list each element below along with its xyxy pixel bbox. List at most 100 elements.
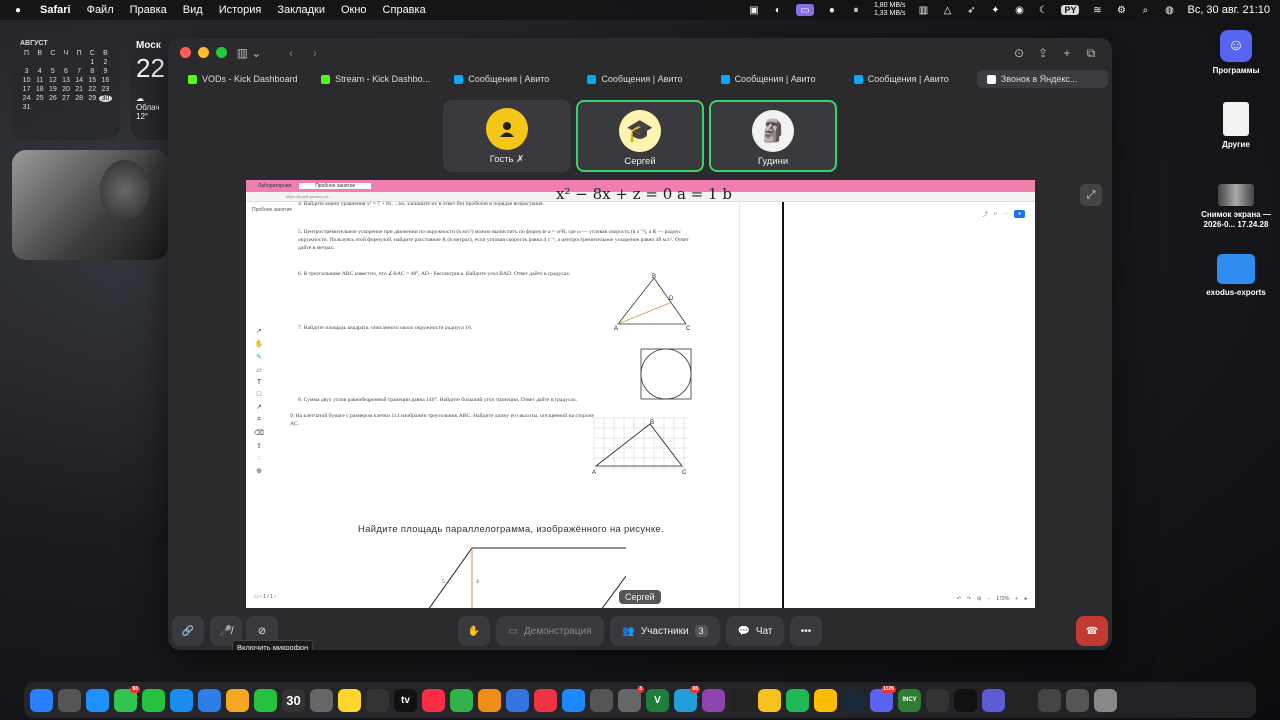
wifi-icon[interactable]: ≋	[1091, 4, 1103, 16]
rocket-icon[interactable]: ➶	[965, 4, 977, 16]
dock-finder-icon[interactable]	[30, 688, 53, 712]
calendar-day[interactable]: 21	[73, 86, 86, 93]
zoom-out-button[interactable]: −	[987, 596, 990, 602]
desktop-icon-screenshot[interactable]: Снимок экрана — 2026-0... 17.24.28	[1190, 184, 1280, 230]
calendar-day[interactable]	[59, 59, 72, 66]
dock-folder2-icon[interactable]	[1010, 688, 1033, 712]
help-icon[interactable]: ●	[1024, 596, 1027, 602]
dock-music-icon[interactable]	[422, 688, 445, 712]
new-tab-button[interactable]: +	[1058, 43, 1076, 63]
dock-chrome-icon[interactable]	[814, 688, 837, 712]
calendar-day[interactable]	[73, 59, 86, 66]
calendar-day[interactable]: 4	[33, 68, 46, 75]
screen-share-button[interactable]: ▭ Демонстрация	[496, 616, 604, 646]
menu-help[interactable]: Справка	[383, 4, 426, 16]
tab-overview-button[interactable]: ⧉	[1082, 43, 1100, 63]
calendar-day[interactable]	[46, 59, 59, 66]
menu-edit[interactable]: Правка	[130, 4, 167, 16]
add-tool-icon[interactable]: ⊕	[256, 467, 262, 475]
table-tool-icon[interactable]: ⌗	[257, 416, 261, 424]
color-tool-icon[interactable]: ◌	[257, 455, 261, 462]
raise-hand-button[interactable]: ✋	[458, 616, 490, 646]
bars-icon[interactable]: ▥	[917, 4, 929, 16]
dock-messages-icon[interactable]: 93	[114, 685, 140, 712]
desktop-icon-other[interactable]: Другие	[1196, 102, 1276, 149]
browser-tab[interactable]: Сообщения | Авито	[577, 70, 708, 88]
alert-icon[interactable]: △	[941, 4, 953, 16]
calendar-day[interactable]: 24	[20, 95, 33, 102]
calendar-day[interactable]: 16	[99, 77, 112, 84]
dock-numbers-icon[interactable]	[450, 688, 473, 712]
chat-button[interactable]: 💬 Чат	[726, 616, 784, 646]
status-icon-1[interactable]: ▣	[748, 4, 760, 16]
share-button[interactable]: ⇪	[1034, 43, 1052, 63]
dock-terminal-icon[interactable]	[730, 688, 753, 712]
status-icon-2[interactable]: ◐	[772, 4, 784, 16]
menu-bookmarks[interactable]: Закладки	[277, 4, 325, 16]
dock-folder1-icon[interactable]	[982, 688, 1005, 712]
moon-icon[interactable]: ☾	[1037, 4, 1049, 16]
shape-tool-icon[interactable]: □	[257, 391, 261, 398]
dock-safari-icon[interactable]	[86, 688, 109, 712]
calendar-day[interactable]: 7	[73, 68, 86, 75]
line-tool-icon[interactable]: ↗	[256, 403, 262, 411]
menu-app-name[interactable]: Safari	[40, 4, 71, 16]
calendar-day[interactable]: 26	[46, 95, 59, 102]
dock-keynote-icon[interactable]	[506, 688, 529, 712]
menu-window[interactable]: Окно	[341, 4, 367, 16]
dock-tool-icon[interactable]	[534, 688, 557, 712]
dock-folder4-icon[interactable]	[1066, 688, 1089, 712]
dock-photos-icon[interactable]	[226, 688, 249, 712]
redo-icon[interactable]: ↷	[967, 596, 971, 602]
calendar-day[interactable]: 8	[86, 68, 99, 75]
hand-tool-icon[interactable]: ✋	[255, 340, 264, 348]
calendar-day[interactable]: 10	[20, 77, 33, 84]
dock-maps-icon[interactable]: 3	[618, 685, 644, 712]
sparkle-icon[interactable]: ✦	[989, 4, 1001, 16]
dock-notes-icon[interactable]	[338, 688, 361, 712]
undo-icon[interactable]: ↶	[957, 596, 961, 602]
dock-tv-icon[interactable]: tv	[394, 688, 417, 712]
upload-tool-icon[interactable]: ⇪	[256, 442, 262, 450]
input-language[interactable]: PY	[1061, 5, 1080, 15]
menu-clock[interactable]: Вс, 30 авг. 21:10	[1187, 4, 1270, 16]
zoom-window-button[interactable]	[216, 47, 227, 58]
calendar-day[interactable]: 9	[99, 68, 112, 75]
control-center-icon[interactable]: ⚙	[1115, 4, 1127, 16]
dock-notes2-icon[interactable]	[758, 688, 781, 712]
dock-facetime-icon[interactable]	[142, 688, 165, 712]
browser-tab[interactable]: Сообщения | Авито	[444, 70, 575, 88]
menu-file[interactable]: Файл	[87, 4, 114, 16]
minimize-window-button[interactable]	[198, 47, 209, 58]
desktop-icon-exodus[interactable]: exodus-exports	[1196, 254, 1276, 297]
share-icon[interactable]: ⤴	[983, 211, 988, 218]
zoom-in-button[interactable]: +	[1015, 596, 1018, 602]
calendar-day[interactable]: 11	[33, 77, 46, 84]
dock-preview-icon[interactable]	[562, 688, 585, 712]
calendar-day[interactable]: 30	[98, 95, 112, 102]
dock-vim-icon[interactable]: V	[646, 688, 669, 712]
menu-view[interactable]: Вид	[183, 4, 203, 16]
calendar-day[interactable]: 15	[86, 77, 99, 84]
dock-telegram-icon[interactable]: 65	[674, 685, 700, 712]
menu-history[interactable]: История	[219, 4, 262, 16]
copy-link-button[interactable]: 🔗	[172, 616, 204, 646]
downloads-button[interactable]: ⊙	[1010, 43, 1028, 63]
eraser-tool-icon[interactable]: ⌫	[254, 429, 264, 437]
calendar-day[interactable]: 18	[33, 86, 46, 93]
dock-calendar-icon[interactable]: 30	[282, 688, 305, 712]
dock-mail-icon[interactable]	[198, 688, 221, 712]
dock-phone-icon[interactable]	[254, 688, 277, 712]
calendar-day[interactable]: 12	[46, 77, 59, 84]
dock-system-icon[interactable]	[310, 688, 333, 712]
calendar-widget[interactable]: АВГУСТ П В С Ч П С В 1 2 3 4 5 6 7 8 9 10 11 12 13 14 15 16 17 1…	[12, 32, 120, 140]
calendar-day[interactable]: 27	[59, 95, 72, 102]
dock-activity-icon[interactable]	[926, 688, 949, 712]
forward-button[interactable]: ›	[306, 43, 324, 63]
dock-pages-icon[interactable]	[478, 688, 501, 712]
dock-steam-icon[interactable]	[842, 688, 865, 712]
grid-icon[interactable]: ⊞	[977, 596, 981, 602]
calendar-day[interactable]	[33, 59, 46, 66]
browser-tab[interactable]: Сообщения | Авито	[711, 70, 842, 88]
browser-tab[interactable]: VODs - Kick Dashboard	[178, 70, 309, 88]
